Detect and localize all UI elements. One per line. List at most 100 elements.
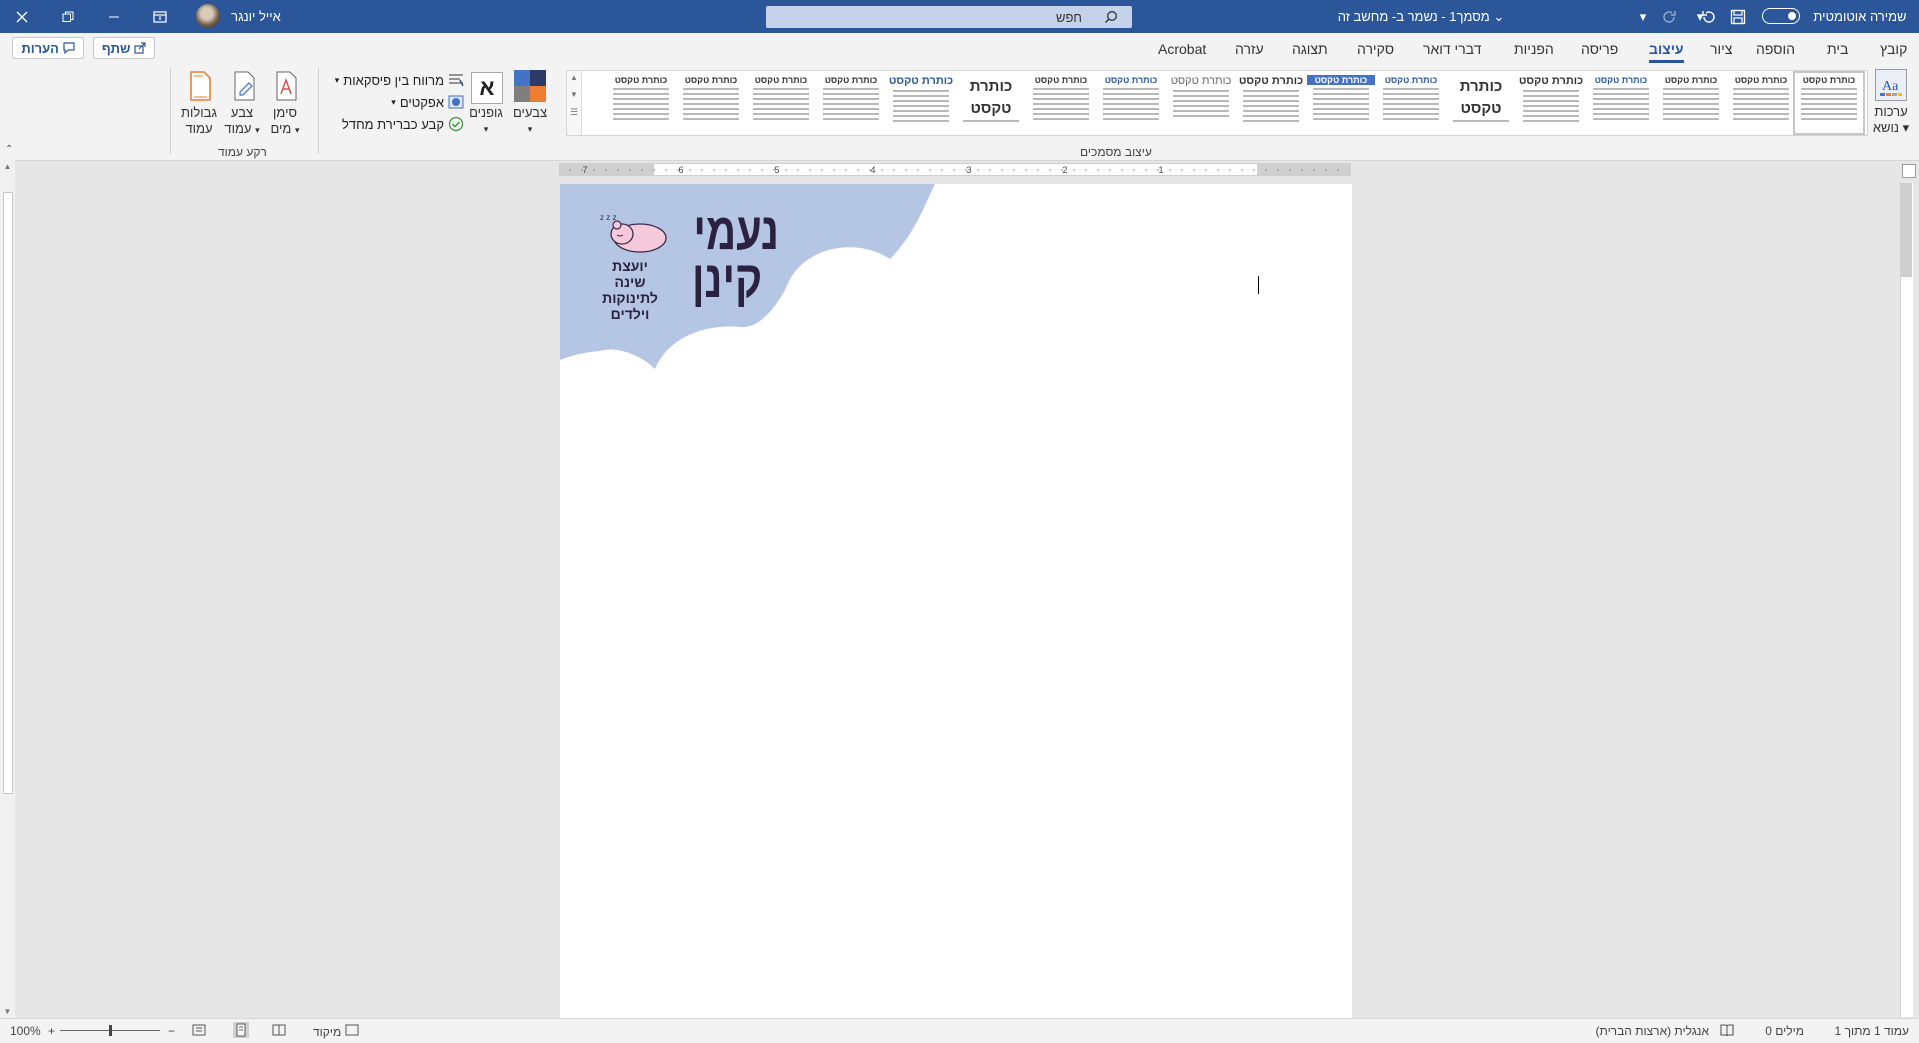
autosave-toggle[interactable] [1762, 8, 1800, 24]
watermark-button[interactable]: סימן מים ▾ [262, 105, 308, 138]
chevron-up-icon[interactable]: ▲ [0, 162, 15, 171]
search-box[interactable]: חפש [766, 6, 1132, 28]
style-set-thumb[interactable]: כותרת טקסט [1793, 71, 1865, 135]
gallery-more-icon[interactable]: ☰ [567, 107, 581, 118]
style-set-thumb[interactable]: כותרת טקסט [1727, 73, 1795, 133]
themes-label[interactable]: ערכות נושא ▾ [1868, 104, 1914, 136]
zoom-level[interactable]: 100% [10, 1024, 41, 1038]
tab-insert[interactable]: הוספה [1756, 41, 1795, 57]
word-count[interactable]: 0 מילים [1765, 1024, 1804, 1038]
focus-button[interactable]: מיקוד [313, 1024, 359, 1039]
chevron-down-icon: ▾ [1902, 120, 1910, 135]
fonts-button[interactable]: גופנים ▾ [462, 105, 510, 137]
logo-line2: קינן [692, 251, 763, 309]
tab-review[interactable]: סקירה [1357, 41, 1394, 57]
save-icon[interactable] [1726, 0, 1750, 33]
undo-icon[interactable] [1700, 0, 1718, 33]
style-set-thumb[interactable]: כותרת טקסט [747, 73, 815, 133]
style-set-gallery[interactable]: כותרת טקסט כותרת טקסט כותרת טקסט כותרת ט… [566, 70, 1868, 136]
style-set-thumb[interactable]: כותרת טקסט [1657, 73, 1725, 133]
style-set-thumb[interactable]: כותרת טקסט [1587, 73, 1655, 133]
tab-mailings[interactable]: דברי דואר [1423, 41, 1481, 57]
language[interactable]: אנגלית (ארצות הברית) [1596, 1024, 1709, 1038]
scroll-thumb[interactable] [3, 192, 13, 794]
themes-icon[interactable]: Aa [1875, 69, 1907, 101]
share-button[interactable]: שתף [93, 37, 155, 59]
tab-draw[interactable]: ציור [1710, 41, 1732, 57]
collapse-ribbon-icon[interactable]: ⌃ [5, 144, 13, 155]
left-scrollbar[interactable]: ▲ ▼ [0, 160, 15, 1018]
colors-icon[interactable] [514, 70, 546, 102]
page-borders-button[interactable]: גבולות עמוד [176, 105, 222, 137]
style-set-thumb[interactable]: כותרת טקסט [677, 73, 745, 133]
set-as-default-button[interactable]: קבע כברירת מחדל [330, 114, 464, 134]
style-set-thumb[interactable]: כותרת טקסט [1377, 73, 1445, 133]
avatar[interactable] [196, 4, 220, 28]
horizontal-ruler[interactable]: 1 2 3 4 5 6 7 [559, 163, 1351, 176]
minimize-icon[interactable] [104, 0, 124, 33]
ribbon-display-icon[interactable] [150, 0, 170, 33]
tab-references[interactable]: הפניות [1514, 41, 1554, 57]
ruler-toggle-icon[interactable] [1902, 164, 1916, 178]
comments-button[interactable]: הערות [12, 37, 84, 59]
style-set-thumb[interactable]: כותרת טקסט [1517, 73, 1585, 133]
style-set-thumb[interactable]: כותרת טקסט [817, 73, 885, 133]
svg-text:z z z: z z z [600, 213, 616, 222]
focus-icon [345, 1024, 359, 1036]
redo-icon[interactable] [1660, 0, 1678, 33]
style-set-thumb[interactable]: כותרת טקסט [1307, 73, 1375, 133]
chevron-up-icon[interactable]: ▲ [567, 73, 581, 82]
style-set-thumb[interactable]: כותרת טקסט [1167, 73, 1235, 133]
fonts-icon[interactable]: א [471, 72, 503, 104]
page-background-group-label: רקע עמוד [218, 145, 267, 159]
tab-acrobat[interactable]: Acrobat [1158, 41, 1206, 57]
effects-button[interactable]: ▾ אפקטים [380, 92, 464, 112]
restore-icon[interactable] [58, 0, 78, 33]
page-count[interactable]: עמוד 1 מתוך 1 [1835, 1024, 1909, 1038]
tab-file[interactable]: קובץ [1880, 41, 1907, 57]
gallery-scroll[interactable]: ▲ ▼ ☰ [567, 71, 582, 135]
text-cursor [1258, 276, 1259, 294]
style-set-thumb[interactable]: כותרת טקסט [1237, 73, 1305, 133]
style-set-thumb[interactable]: כותרת טקסט [607, 73, 675, 133]
zoom-slider-thumb[interactable] [108, 1025, 112, 1036]
page-color-icon[interactable] [230, 70, 258, 102]
ruler-number: 5 [774, 165, 779, 175]
vertical-ruler[interactable] [1900, 183, 1913, 1017]
style-set-thumb[interactable]: כותרת טקסט [957, 73, 1025, 133]
print-layout-icon[interactable] [233, 1022, 249, 1038]
sleeping-bear-icon: z z z [600, 213, 667, 253]
web-layout-icon[interactable] [272, 1024, 286, 1039]
close-icon[interactable] [10, 0, 34, 33]
page-borders-icon[interactable] [186, 70, 214, 102]
user-name[interactable]: אייל יונגר [228, 0, 284, 33]
style-set-thumb[interactable]: כותרת טקסט [887, 73, 955, 133]
style-set-thumb[interactable]: כותרת טקסט [1447, 73, 1515, 133]
zoom-out-button[interactable]: − [168, 1024, 175, 1038]
watermark-icon[interactable] [272, 70, 300, 102]
proofing-icon[interactable] [1720, 1024, 1734, 1039]
effects-icon [448, 95, 464, 109]
title-bar: שמירה אוטומטית ▾ ▾ מסמך1 - נשמר ב- מחשב … [0, 0, 1919, 33]
logo-tagline: יועצת שינה לתינוקות וילדים [602, 258, 658, 322]
document-title[interactable]: מסמך1 - נשמר ב- מחשב זה ⌄ [1296, 0, 1546, 33]
tab-home[interactable]: בית [1827, 41, 1848, 57]
style-set-thumb[interactable]: כותרת טקסט [1027, 73, 1095, 133]
chevron-down-icon[interactable]: ▼ [567, 90, 581, 99]
style-set-thumb[interactable]: כותרת טקסט [1097, 73, 1165, 133]
zoom-slider[interactable] [60, 1025, 160, 1036]
page-color-button[interactable]: צבע עמוד ▾ [219, 105, 265, 138]
tab-design[interactable]: עיצוב [1649, 41, 1684, 63]
zoom-in-button[interactable]: + [48, 1024, 55, 1038]
tab-layout[interactable]: פריסה [1581, 41, 1618, 57]
customize-qat-icon[interactable]: ▾ [1636, 0, 1650, 33]
chevron-down-icon[interactable]: ▼ [0, 1007, 15, 1016]
paragraph-spacing-button[interactable]: ▾ מרווח בין פיסקאות [330, 70, 464, 90]
checkmark-icon [448, 116, 464, 132]
svg-text:Aa: Aa [1882, 79, 1899, 94]
tab-help[interactable]: עזרה [1235, 41, 1264, 57]
read-mode-icon[interactable] [192, 1024, 206, 1039]
document-page[interactable]: נעמי קינן יועצת שינה לתינוקות וילדים z z… [560, 184, 1352, 1018]
tab-view[interactable]: תצוגה [1292, 41, 1328, 57]
colors-button[interactable]: צבעים ▾ [506, 105, 554, 137]
